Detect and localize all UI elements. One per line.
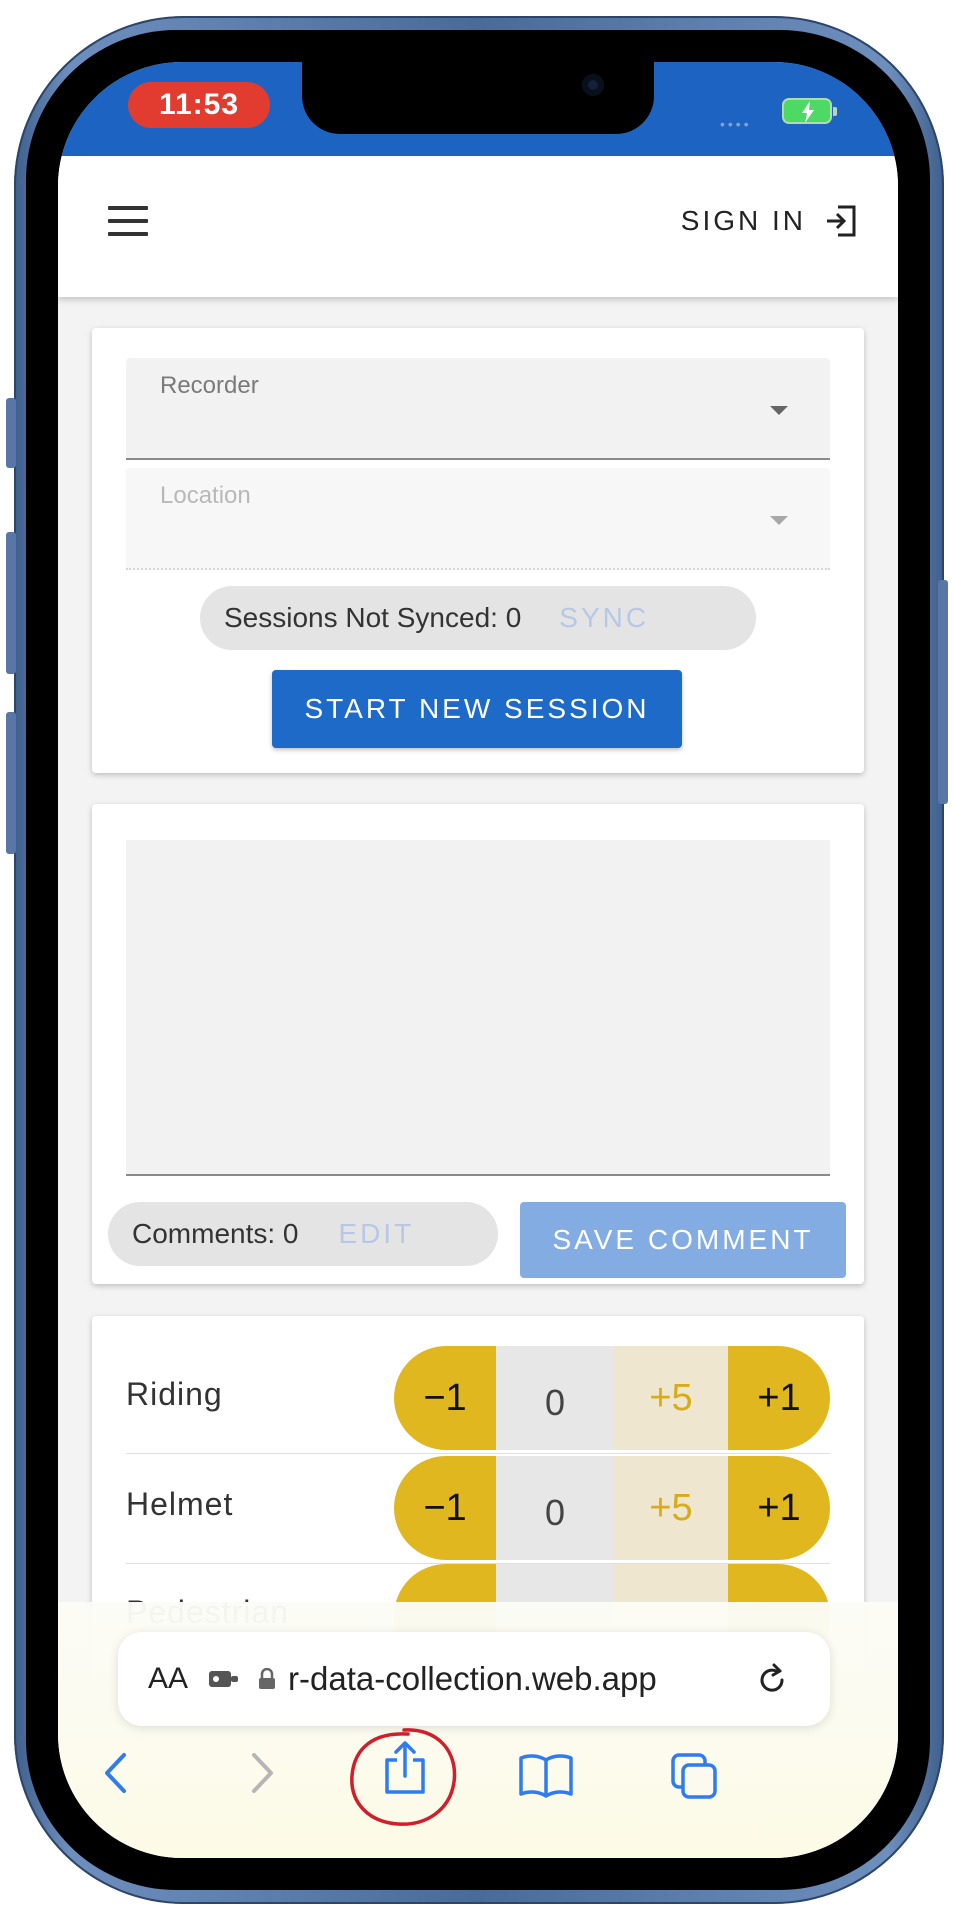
sign-in-icon <box>827 205 856 237</box>
session-card: Recorder Location Sessions Not Synced: 0… <box>92 328 864 773</box>
hamburger-menu-icon[interactable] <box>108 206 148 236</box>
browser-toolbar: AA r-data-collection.web.app <box>58 1602 898 1858</box>
comments-count-text: Comments: 0 <box>132 1218 299 1249</box>
back-icon[interactable] <box>102 1752 128 1794</box>
url-text: r-data-collection.web.app <box>288 1660 657 1697</box>
comment-textarea[interactable] <box>126 840 830 1176</box>
bookmarks-icon[interactable] <box>518 1752 574 1798</box>
sync-button[interactable]: SYNC <box>559 602 649 634</box>
status-time: 11:53 <box>128 82 270 128</box>
recorder-select[interactable]: Recorder <box>126 358 830 460</box>
increment-button[interactable]: +1 <box>728 1456 830 1560</box>
notch <box>302 62 654 134</box>
recorder-label: Recorder <box>160 372 259 399</box>
decrement-button[interactable]: −1 <box>394 1346 496 1450</box>
text-size-button[interactable]: AA <box>148 1662 188 1696</box>
charging-bolt-icon <box>802 101 814 123</box>
counter-row-helmet: Helmet −1 0 +5 +1 <box>126 1456 830 1564</box>
start-new-session-button[interactable]: START NEW SESSION <box>272 670 682 748</box>
status-bar: 11:53 •••• <box>58 62 898 156</box>
sessions-not-synced-text: Sessions Not Synced: 0 <box>224 602 522 633</box>
front-camera <box>582 74 604 96</box>
counter-value: 0 <box>496 1456 614 1560</box>
save-comment-button[interactable]: SAVE COMMENT <box>520 1202 846 1278</box>
extension-icon[interactable] <box>208 1669 240 1689</box>
edit-button[interactable]: EDIT <box>339 1218 415 1250</box>
add-five-button[interactable]: +5 <box>614 1456 728 1560</box>
sign-in-button[interactable]: SIGN IN <box>681 196 858 246</box>
address-bar[interactable]: AA r-data-collection.web.app <box>118 1632 830 1726</box>
action-button <box>6 398 16 468</box>
location-select[interactable]: Location <box>126 468 830 570</box>
power-button <box>938 580 948 804</box>
counter-controls: −1 0 +5 +1 <box>394 1456 830 1560</box>
comment-card: Comments: 0 EDIT SAVE COMMENT <box>92 804 864 1284</box>
comments-count-chip: Comments: 0 EDIT <box>108 1202 498 1266</box>
counter-row-riding: Riding −1 0 +5 +1 <box>126 1346 830 1454</box>
share-icon[interactable] <box>382 1740 428 1796</box>
charging-battery-icon <box>782 98 837 124</box>
lock-icon <box>259 1668 276 1689</box>
app-header: SIGN IN <box>58 156 898 297</box>
counter-value: 0 <box>496 1346 614 1450</box>
sync-status-chip: Sessions Not Synced: 0 SYNC <box>200 586 756 650</box>
reload-icon[interactable] <box>756 1662 788 1696</box>
tabs-icon[interactable] <box>670 1752 718 1800</box>
decrement-button[interactable]: −1 <box>394 1456 496 1560</box>
increment-button[interactable]: +1 <box>728 1346 830 1450</box>
dropdown-arrow-icon <box>770 516 788 525</box>
volume-down-button <box>6 712 16 854</box>
counter-controls: −1 0 +5 +1 <box>394 1346 830 1450</box>
location-label: Location <box>160 482 251 509</box>
phone-screen: 11:53 •••• SIGN IN Recorder Location Ses… <box>58 62 898 1858</box>
signal-dots-icon: •••• <box>720 116 752 132</box>
forward-icon[interactable] <box>250 1752 276 1794</box>
add-five-button[interactable]: +5 <box>614 1346 728 1450</box>
counter-label: Helmet <box>126 1486 234 1522</box>
sign-in-label: SIGN IN <box>680 205 806 236</box>
volume-up-button <box>6 532 16 674</box>
dropdown-arrow-icon <box>770 406 788 415</box>
counter-label: Riding <box>126 1376 223 1412</box>
